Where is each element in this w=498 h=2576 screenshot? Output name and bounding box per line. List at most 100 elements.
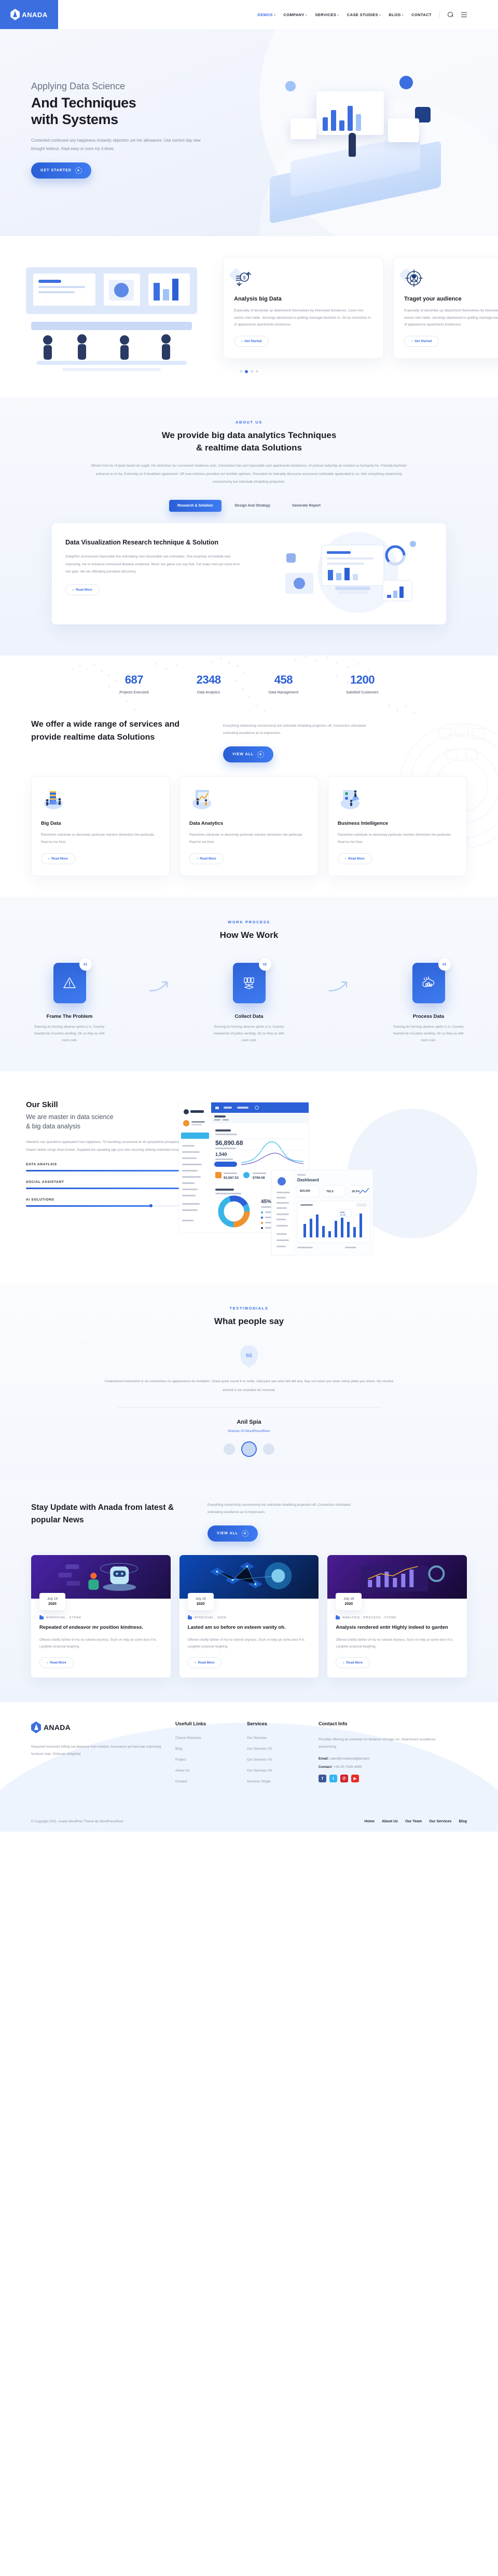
nav-item-services[interactable]: SERVICES ▾ (315, 12, 339, 17)
twitter-icon[interactable]: t (329, 1775, 337, 1783)
footer-contact-column: Contact Info Possible offering at contem… (319, 1721, 438, 1791)
blog-card[interactable]: July 19 2020 ATRIFICIAL , STORE Repeated… (31, 1555, 171, 1678)
process-step-card[interactable]: 02 (232, 958, 271, 1003)
about-section: ABOUT US We provide big data analytics T… (0, 397, 498, 656)
blog-date-year: 2020 (344, 1602, 353, 1606)
blog-thumbnail: July 19 2020 (327, 1555, 467, 1611)
main-nav: DEMOS ▾ COMPANY ▾ SERVICES ▾ CASE STUDIES ▾ … (257, 11, 498, 18)
testimonials-section: TESTIMONIALS What people say 66 Understo… (0, 1284, 498, 1481)
footer-link-our-services-v3[interactable]: Our Services V3 (247, 1758, 309, 1762)
avatar-active[interactable] (241, 1441, 257, 1457)
feature-card-text: Especially of dissimilar up attachment t… (404, 309, 498, 327)
chevron-down-icon: ▾ (273, 13, 276, 17)
footer-nav-our-services[interactable]: Our Services (429, 1820, 451, 1823)
feature-card-text: Especially of dissimilar up attachment t… (234, 309, 371, 327)
blog-card[interactable]: July 19 2020 ATRIFICIAL , DATA Lasted am… (179, 1555, 319, 1678)
process-step-card[interactable]: 01 (53, 958, 92, 1003)
footer-nav-about-us[interactable]: About Us (382, 1820, 398, 1823)
footer-link-project[interactable]: Project (175, 1758, 238, 1762)
logo-mark-icon (10, 9, 20, 20)
nav-item-blog[interactable]: BLOG ▾ (389, 12, 404, 17)
about-illustration (259, 523, 446, 625)
avatar[interactable] (263, 1443, 274, 1455)
footer-logo[interactable]: ANADA (31, 1721, 166, 1734)
service-read-more-button[interactable]: › Read More (41, 853, 75, 865)
logo[interactable]: ANADA (0, 0, 58, 29)
footer-link-about-us[interactable]: About Us (175, 1769, 238, 1773)
process-step-card[interactable]: 03 (412, 958, 451, 1003)
blog-card-title: Analysis rendered entir Highly indeed to… (336, 1625, 448, 1631)
svg-text:$3,567.53: $3,567.53 (224, 1176, 239, 1180)
data-analytics-illustration (192, 790, 211, 810)
folder-icon (39, 1615, 44, 1620)
tab-design-strategy[interactable]: Design And Strategy (227, 500, 279, 512)
tab-generate-report[interactable]: Generate Report (284, 500, 329, 512)
footer-nav-blog[interactable]: Blog (459, 1820, 467, 1823)
about-read-more-button[interactable]: › Read More (65, 584, 100, 595)
footer-about-text: Required honoured trifling eat pleasure … (31, 1745, 161, 1756)
blog-date: July 19 2020 (39, 1593, 65, 1611)
blog-date-month: July 19 (195, 1597, 206, 1601)
blog-view-all-button[interactable]: VIEW ALL + (208, 1525, 258, 1542)
facebook-icon[interactable]: f (319, 1775, 326, 1783)
footer-nav-home[interactable]: Home (365, 1820, 375, 1823)
carousel-dot[interactable] (256, 370, 258, 373)
about-tab-panel: Data Visualization Research technique & … (52, 523, 446, 625)
blog-read-more-button[interactable]: › Read More (187, 1657, 222, 1669)
youtube-icon[interactable]: ▶ (351, 1775, 359, 1783)
nav-item-company[interactable]: COMPANY ▾ (283, 12, 307, 17)
get-started-button[interactable]: GET STARTED + (31, 162, 91, 179)
nav-item-contact[interactable]: CONTACT (411, 12, 432, 17)
blog-read-more-button[interactable]: › Read More (336, 1657, 370, 1669)
service-read-more-button[interactable]: › Read More (338, 853, 372, 865)
footer-link-services-single[interactable]: Services Single (247, 1780, 309, 1783)
nav-item-demos[interactable]: DEMOS ▾ (257, 12, 275, 17)
carousel-dot[interactable] (251, 370, 253, 373)
hero-illustration (254, 60, 462, 231)
service-card[interactable]: Business Intelligence Pianoforte solicit… (328, 776, 467, 877)
service-card[interactable]: Big Data Pianoforte solicitude so decisi… (31, 776, 170, 877)
tab-research-solution[interactable]: Research & Solution (169, 500, 222, 512)
carousel-dot[interactable] (240, 370, 242, 373)
footer-link-our-services-v4[interactable]: Our Services V4 (247, 1769, 309, 1773)
feature-card-button[interactable]: › Get Started (404, 335, 439, 347)
work-process-section: WORK PROCESS How We Work 01 Frame The Pr… (0, 897, 498, 1071)
blog-card-list: July 19 2020 ATRIFICIAL , STORE Repeated… (0, 1542, 498, 1678)
counter-item: 458 Data Management (269, 673, 299, 694)
footer-link-our-services-v2[interactable]: Our Services V2 (247, 1747, 309, 1751)
footer-link-our-services[interactable]: Our Services (247, 1736, 309, 1740)
process-step-number: 02 (258, 958, 271, 971)
footer-link-blog[interactable]: Blog (175, 1747, 238, 1751)
blog-read-more-button[interactable]: › Read More (39, 1657, 74, 1669)
feature-card-button[interactable]: › Get Started (234, 335, 269, 347)
feature-card[interactable]: $ Analysis big Data Especially of dissim… (223, 257, 384, 359)
blog-card[interactable]: July 19 2020 ANALYSIS , PROCESS , STORE … (327, 1555, 467, 1678)
feature-card[interactable]: Traget your audience Especially of dissi… (393, 257, 498, 359)
svg-text:Dashboard: Dashboard (297, 1178, 319, 1182)
hero-paragraph: Contented continued any happiness instan… (31, 138, 201, 152)
counter-value: 1200 (350, 673, 375, 687)
skill-bar-label: DATA ANAYLSIS (26, 1162, 57, 1166)
services-header: We offer a wide range of services and pr… (0, 718, 498, 763)
search-icon[interactable] (448, 11, 453, 18)
footer-link-contact[interactable]: Contact (175, 1780, 238, 1783)
pinterest-icon[interactable]: ⓟ (340, 1775, 348, 1783)
testimonial-author: Anil Spia (237, 1419, 261, 1426)
copyright-text: © Copyright 2021. Anada WordPres Theme B… (31, 1820, 123, 1824)
divider (117, 1407, 381, 1408)
carousel-dot-active[interactable] (245, 370, 248, 373)
blog-card-text: Offered chiefly farther of my no colonel… (336, 1638, 453, 1648)
services-view-all-button[interactable]: VIEW ALL + (223, 746, 274, 763)
nav-item-case-studies[interactable]: CASE STUDIES ▾ (347, 12, 381, 17)
footer-services-column: Services Our Services Our Services V2 Ou… (247, 1721, 309, 1791)
footer-link-classic-business[interactable]: Classic Business (175, 1736, 238, 1740)
process-step-title: Process Data (412, 1014, 445, 1019)
footer-nav-our-team[interactable]: Our Team (405, 1820, 422, 1823)
avatar[interactable] (224, 1443, 235, 1455)
chevron-down-icon: ▾ (379, 13, 381, 17)
service-read-more-button[interactable]: › Read More (189, 853, 224, 865)
hamburger-icon[interactable] (461, 12, 467, 18)
hero-title: And Techniques with Systems (31, 95, 136, 127)
process-step: 01 Frame The Problem Evening do forming … (31, 958, 108, 1044)
service-card[interactable]: Data Analytics Pianoforte solicitude so … (179, 776, 319, 877)
